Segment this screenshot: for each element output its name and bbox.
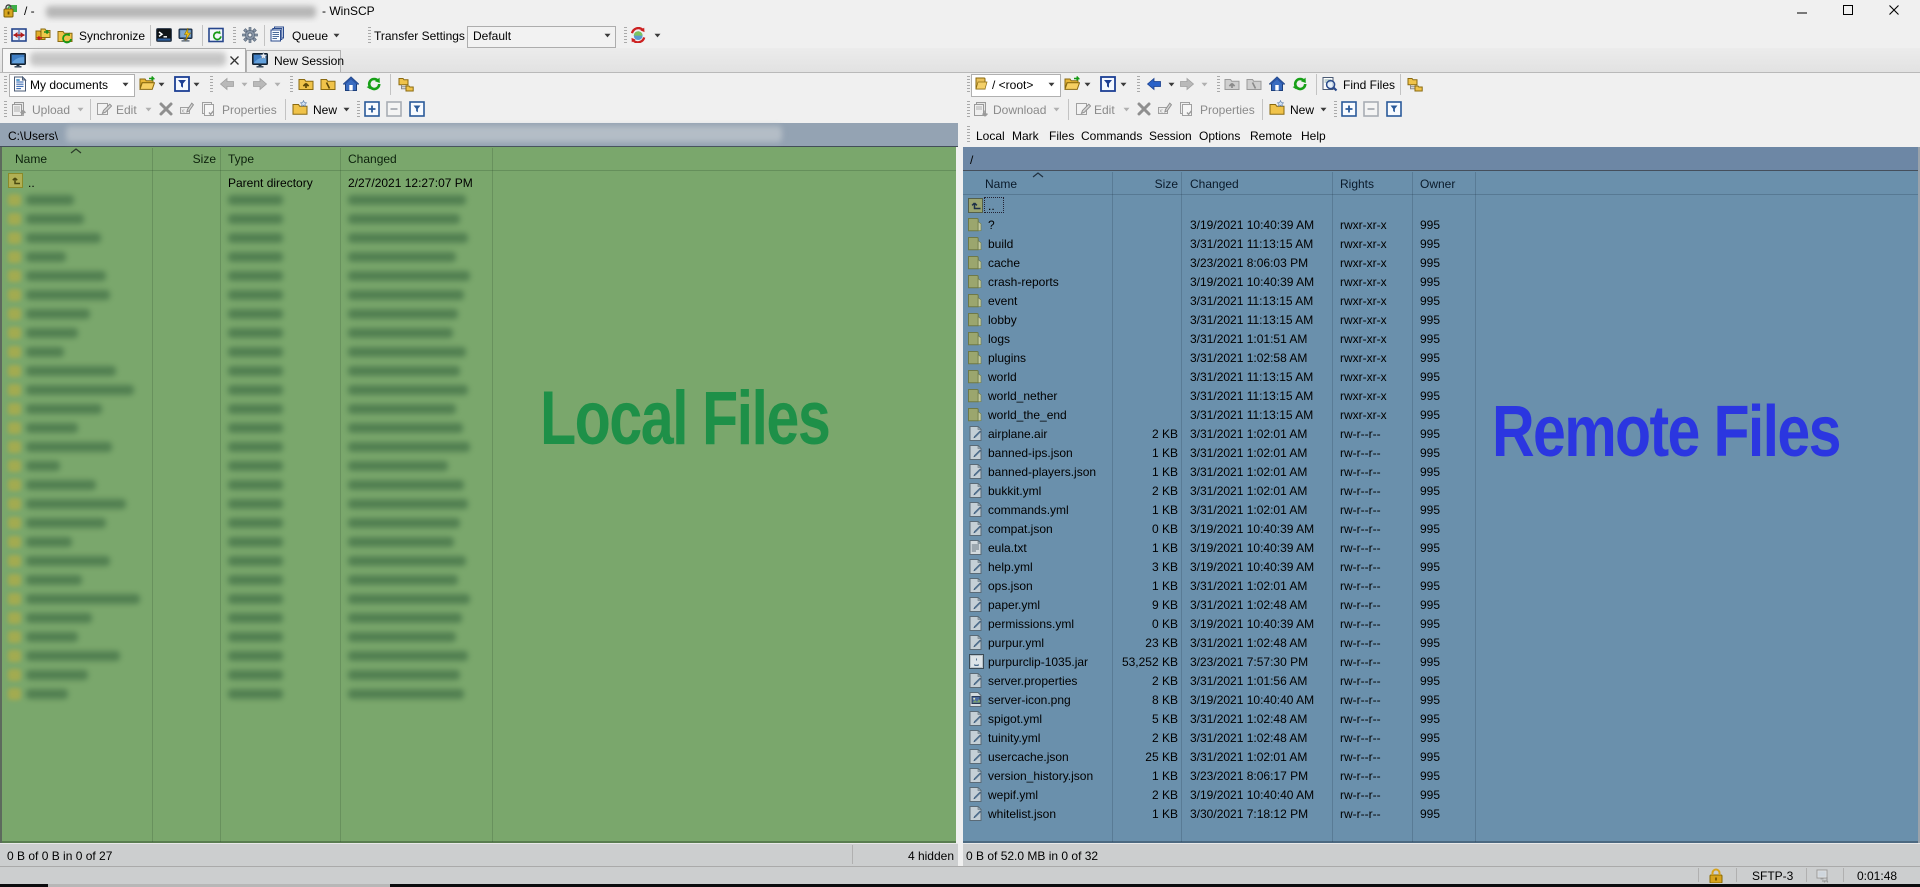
svg-text:x:: x: bbox=[182, 109, 186, 115]
svg-text:x:: x: bbox=[1160, 109, 1164, 115]
